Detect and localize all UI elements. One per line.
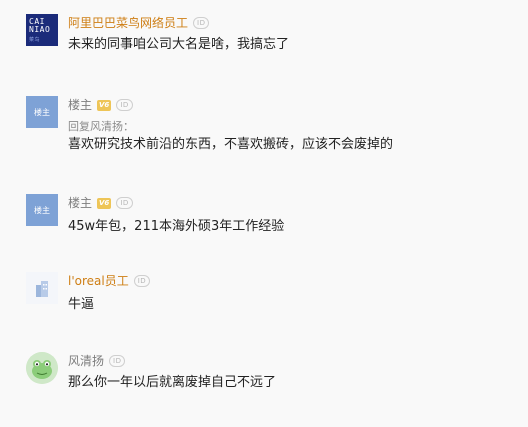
vip-badge: V6	[97, 197, 112, 209]
comment-text: 那么你一年以后就离废掉自己不远了	[68, 375, 277, 390]
frog-icon	[26, 352, 58, 384]
id-badge: ID	[116, 99, 133, 111]
id-badge: ID	[133, 275, 151, 287]
comment-text: 45w年包，211本海外硕3年工作经验	[68, 219, 285, 234]
vip-badge: V6	[97, 99, 112, 111]
comment-header: 风清扬 ID	[68, 352, 126, 370]
comment-author[interactable]: 风清扬	[68, 352, 104, 370]
comment-feed: CAI NIAO 菜鸟 阿里巴巴菜鸟网络员工 ID 未来的同事咱公司大名是啥，我…	[0, 0, 528, 427]
avatar-louzhu[interactable]: 楼主	[26, 96, 58, 128]
id-badge: ID	[109, 355, 126, 367]
avatar-frog[interactable]	[26, 352, 58, 384]
comment-header: 楼主 V6 ID	[68, 194, 133, 212]
avatar-label: 楼主	[34, 205, 50, 215]
id-badge: ID	[193, 17, 210, 29]
comment-text: 牛逼	[68, 297, 95, 312]
avatar-logo-subtext: 菜鸟	[29, 37, 41, 43]
avatar-loreal[interactable]	[26, 272, 58, 304]
comment-text: 未来的同事咱公司大名是啥，我搞忘了	[68, 37, 290, 52]
comment-author[interactable]: 楼主	[68, 96, 92, 114]
building-icon	[36, 281, 48, 297]
comment-header: 楼主 V6 ID	[68, 96, 133, 114]
id-badge: ID	[116, 197, 133, 209]
comment-header: 阿里巴巴菜鸟网络员工 ID	[68, 14, 210, 32]
avatar-logo-text: CAI NIAO	[29, 17, 51, 34]
comment-text: 喜欢研究技术前沿的东西，不喜欢搬砖，应该不会废掉的	[68, 137, 394, 152]
comment-author[interactable]: l'oreal员工	[68, 272, 129, 290]
reply-quote: 回复风清扬：	[68, 120, 134, 133]
avatar-label: 楼主	[34, 107, 50, 117]
avatar-louzhu[interactable]: 楼主	[26, 194, 58, 226]
comment-author[interactable]: 阿里巴巴菜鸟网络员工	[68, 14, 188, 32]
comment-author[interactable]: 楼主	[68, 194, 92, 212]
avatar-cainiao-logo[interactable]: CAI NIAO 菜鸟	[26, 14, 58, 46]
comment-header: l'oreal员工 ID	[68, 272, 151, 290]
